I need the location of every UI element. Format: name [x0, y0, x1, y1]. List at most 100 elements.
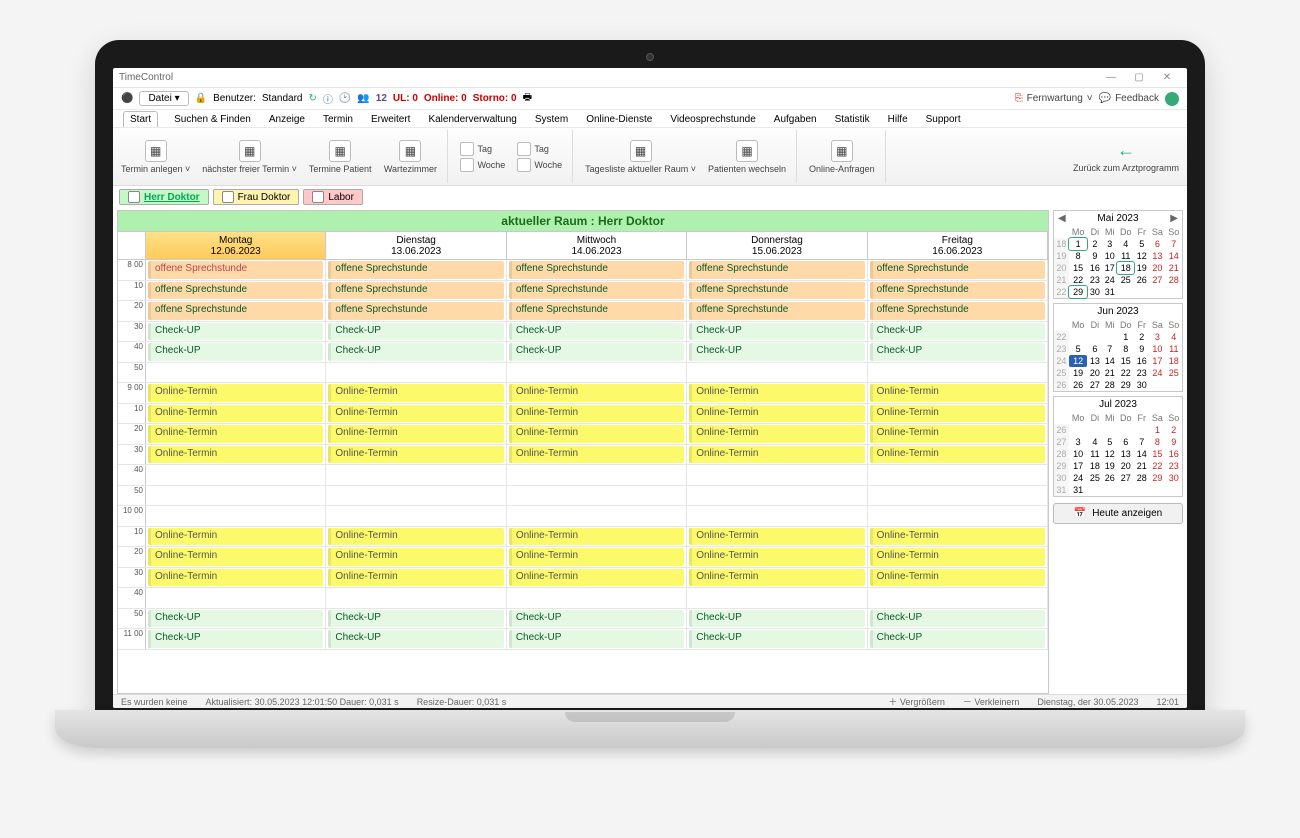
schedule-cell[interactable]: Online-Termin: [868, 568, 1048, 588]
schedule-cell[interactable]: Online-Termin: [146, 404, 326, 424]
calendar-day[interactable]: 2: [1087, 238, 1102, 250]
window-close[interactable]: ✕: [1153, 72, 1181, 83]
calendar-day[interactable]: [1102, 484, 1117, 496]
appointment[interactable]: offene Sprechstunde: [328, 302, 503, 320]
schedule-cell[interactable]: offene Sprechstunde: [146, 260, 326, 280]
schedule-cell[interactable]: [868, 363, 1048, 383]
appointment[interactable]: Check-UP: [328, 610, 503, 628]
appointment[interactable]: offene Sprechstunde: [689, 302, 864, 320]
appointment[interactable]: Online-Termin: [328, 548, 503, 566]
calendar-day[interactable]: 21: [1102, 367, 1117, 379]
feedback-link[interactable]: 💬 Feedback: [1099, 93, 1159, 104]
menu-aufgaben[interactable]: Aufgaben: [772, 112, 819, 127]
day-header[interactable]: Freitag16.06.2023: [868, 232, 1048, 259]
window-minimize[interactable]: —: [1097, 72, 1125, 83]
calendar-day[interactable]: 1: [1117, 331, 1134, 343]
schedule-cell[interactable]: Online-Termin: [326, 568, 506, 588]
day-header[interactable]: Dienstag13.06.2023: [326, 232, 506, 259]
calendar-day[interactable]: 1: [1069, 238, 1088, 250]
calendar-day[interactable]: [1117, 286, 1134, 298]
appointment[interactable]: Check-UP: [509, 610, 684, 628]
appointment[interactable]: Check-UP: [328, 323, 503, 341]
calendar-day[interactable]: 9: [1134, 343, 1149, 355]
app-menu-icon[interactable]: ⚫: [121, 93, 133, 104]
appointment[interactable]: Online-Termin: [689, 425, 864, 443]
view-tag-2[interactable]: Tag: [517, 142, 562, 156]
ribbon-n-chster-freier-termin[interactable]: ▦nächster freier Termin ˅: [202, 140, 297, 174]
zoom-in[interactable]: ＋ Vergrößern: [888, 695, 945, 708]
schedule-cell[interactable]: Online-Termin: [146, 547, 326, 567]
schedule-cell[interactable]: Online-Termin: [687, 383, 867, 403]
calendar-day[interactable]: 22: [1149, 460, 1165, 472]
schedule-cell[interactable]: Online-Termin: [687, 424, 867, 444]
calendar-day[interactable]: 29: [1117, 379, 1134, 391]
calendar-day[interactable]: [1149, 379, 1165, 391]
schedule-cell[interactable]: Online-Termin: [507, 547, 687, 567]
view-tag[interactable]: Tag: [460, 142, 505, 156]
schedule-cell[interactable]: Online-Termin: [507, 527, 687, 547]
appointment[interactable]: Online-Termin: [870, 384, 1045, 402]
appointment[interactable]: Check-UP: [689, 610, 864, 628]
menu-support[interactable]: Support: [924, 112, 963, 127]
calendar-day[interactable]: [1134, 484, 1149, 496]
calendar-day[interactable]: 27: [1087, 379, 1102, 391]
calendar-day[interactable]: 19: [1069, 367, 1088, 379]
calendar-day[interactable]: 27: [1117, 472, 1134, 484]
schedule-cell[interactable]: Online-Termin: [146, 424, 326, 444]
room-tab-labor[interactable]: Labor: [303, 189, 363, 205]
calendar-day[interactable]: 10: [1102, 250, 1117, 262]
schedule-cell[interactable]: Online-Termin: [507, 445, 687, 465]
calendar-day[interactable]: 19: [1102, 460, 1117, 472]
calendar-day[interactable]: [1102, 331, 1117, 343]
appointment[interactable]: Online-Termin: [148, 384, 323, 402]
calendar-day[interactable]: 18: [1117, 262, 1134, 274]
download-icon[interactable]: [1165, 92, 1179, 106]
room-tab-frau-doktor[interactable]: Frau Doktor: [213, 189, 300, 205]
calendar-day[interactable]: [1117, 484, 1134, 496]
menu-kalenderverwaltung[interactable]: Kalenderverwaltung: [426, 112, 518, 127]
view-woche-2[interactable]: Woche: [517, 158, 562, 172]
menu-start[interactable]: Start: [123, 111, 158, 127]
ribbon-patienten-wechseln[interactable]: ▦Patienten wechseln: [708, 140, 786, 174]
menu-anzeige[interactable]: Anzeige: [267, 112, 307, 127]
appointment[interactable]: offene Sprechstunde: [509, 302, 684, 320]
fernwartung-link[interactable]: ⎘Fernwartung ˅: [1015, 93, 1093, 104]
schedule-cell[interactable]: Check-UP: [326, 609, 506, 629]
schedule-cell[interactable]: Check-UP: [326, 629, 506, 649]
menu-online-dienste[interactable]: Online-Dienste: [584, 112, 654, 127]
schedule-cell[interactable]: [146, 486, 326, 506]
menu-suchen-finden[interactable]: Suchen & Finden: [172, 112, 253, 127]
schedule-cell[interactable]: Check-UP: [868, 609, 1048, 629]
appointment[interactable]: Check-UP: [328, 630, 503, 648]
calendar-day[interactable]: 6: [1149, 238, 1165, 250]
calendar-day[interactable]: 20: [1149, 262, 1165, 274]
calendar-day[interactable]: 4: [1087, 436, 1102, 448]
schedule-cell[interactable]: [507, 465, 687, 485]
calendar-day[interactable]: 26: [1069, 379, 1088, 391]
calendar-day[interactable]: 18: [1087, 460, 1102, 472]
schedule-cell[interactable]: Online-Termin: [507, 568, 687, 588]
appointment[interactable]: Online-Termin: [509, 384, 684, 402]
appointment[interactable]: offene Sprechstunde: [148, 302, 323, 320]
appointment[interactable]: Online-Termin: [509, 528, 684, 546]
schedule-cell[interactable]: [868, 588, 1048, 608]
ribbon-tagesliste-aktueller-raum[interactable]: ▦Tagesliste aktueller Raum ˅: [585, 140, 696, 174]
schedule-cell[interactable]: Online-Termin: [868, 527, 1048, 547]
appointment[interactable]: Check-UP: [148, 610, 323, 628]
schedule-cell[interactable]: Check-UP: [146, 609, 326, 629]
calendar-day[interactable]: 4: [1117, 238, 1134, 250]
calendar-day[interactable]: 29: [1149, 472, 1165, 484]
schedule-cell[interactable]: Online-Termin: [326, 527, 506, 547]
appointment[interactable]: Check-UP: [870, 323, 1045, 341]
schedule-cell[interactable]: [507, 363, 687, 383]
schedule-cell[interactable]: offene Sprechstunde: [146, 281, 326, 301]
schedule-cell[interactable]: Online-Termin: [326, 547, 506, 567]
calendar-day[interactable]: [1149, 286, 1165, 298]
schedule-cell[interactable]: [146, 506, 326, 526]
calendar-day[interactable]: 23: [1134, 367, 1149, 379]
appointment[interactable]: offene Sprechstunde: [689, 261, 864, 279]
calendar-day[interactable]: 7: [1134, 436, 1149, 448]
schedule-cell[interactable]: Online-Termin: [146, 445, 326, 465]
schedule-cell[interactable]: offene Sprechstunde: [507, 281, 687, 301]
calendar-day[interactable]: 15: [1149, 448, 1165, 460]
